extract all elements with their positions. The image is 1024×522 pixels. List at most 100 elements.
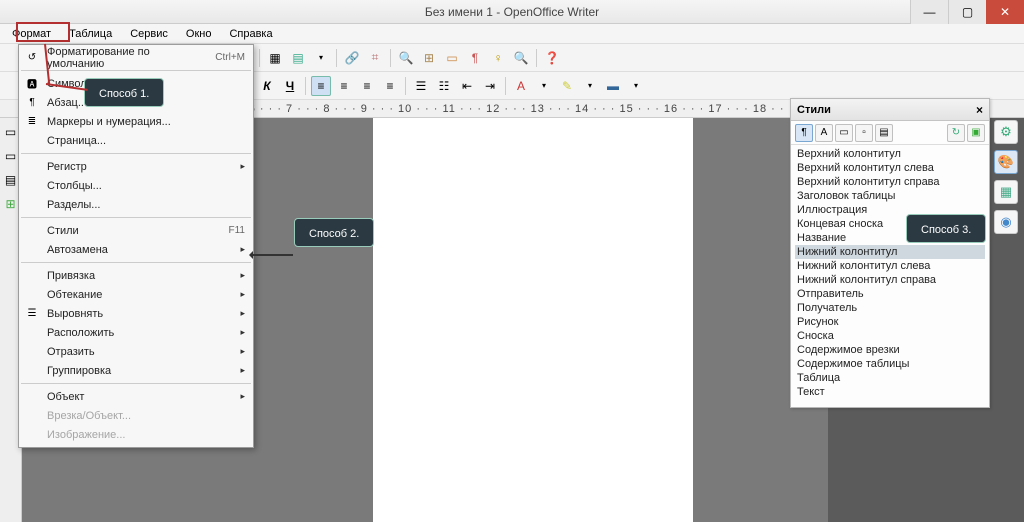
sidebar-icon[interactable]: ▭	[3, 124, 19, 140]
font-color-icon[interactable]: A	[511, 76, 531, 96]
menu-item[interactable]: Разделы...	[19, 195, 253, 214]
menu-item[interactable]: Расположить▸	[19, 323, 253, 342]
indent-decrease-icon[interactable]: ⇤	[457, 76, 477, 96]
gallery-sidebar-icon[interactable]: ▦	[994, 180, 1018, 204]
style-list-item[interactable]: Нижний колонтитул справа	[795, 273, 985, 287]
maximize-button[interactable]: ▢	[948, 0, 986, 24]
style-list-item[interactable]: Нижний колонтитул слева	[795, 259, 985, 273]
help-icon[interactable]: ❓	[542, 48, 562, 68]
menu-item[interactable]: ↺Форматирование по умолчаниюCtrl+M	[19, 48, 253, 67]
menu-help[interactable]: Справка	[223, 26, 278, 42]
underline-button[interactable]: Ч	[280, 76, 300, 96]
list-styles-icon[interactable]: ▤	[875, 124, 893, 142]
navigator-icon[interactable]: ⊞	[419, 48, 439, 68]
menu-item: Изображение...	[19, 425, 253, 444]
style-list-item[interactable]: Верхний колонтитул слева	[795, 161, 985, 175]
hyperlink-icon[interactable]: 🔗	[342, 48, 362, 68]
dropdown-arrow-icon[interactable]: ▾	[311, 48, 331, 68]
menu-item[interactable]: Обтекание▸	[19, 285, 253, 304]
menu-item[interactable]: Столбцы...	[19, 176, 253, 195]
styles-list[interactable]: Верхний колонтитулВерхний колонтитул сле…	[791, 145, 989, 407]
menu-item[interactable]: Объект▸	[19, 387, 253, 406]
fill-format-icon[interactable]: ↻	[947, 124, 965, 142]
sidebar-icon[interactable]: ▭	[3, 148, 19, 164]
list-numbered-icon[interactable]: ☰	[411, 76, 431, 96]
dropdown-arrow-icon[interactable]: ▾	[626, 76, 646, 96]
style-list-item[interactable]: Отправитель	[795, 287, 985, 301]
menu-tools[interactable]: Сервис	[124, 26, 174, 42]
bg-color-icon[interactable]: ▬	[603, 76, 623, 96]
dropdown-arrow-icon[interactable]: ▾	[534, 76, 554, 96]
frame-styles-icon[interactable]: ▭	[835, 124, 853, 142]
menu-table[interactable]: Таблица	[63, 26, 118, 42]
style-list-item[interactable]: Получатель	[795, 301, 985, 315]
sidebar-icon[interactable]: ⊞	[3, 196, 19, 212]
table-icon[interactable]: ▦	[265, 48, 285, 68]
properties-icon[interactable]: ⚙	[994, 120, 1018, 144]
menu-item[interactable]: Отразить▸	[19, 342, 253, 361]
find-icon[interactable]: 🔍	[396, 48, 416, 68]
style-list-item[interactable]: Содержимое врезки	[795, 343, 985, 357]
menu-item[interactable]: Группировка▸	[19, 361, 253, 380]
highlight-icon[interactable]: ✎	[557, 76, 577, 96]
chart-icon[interactable]: ⌗	[365, 48, 385, 68]
toolbar-separator	[259, 49, 260, 67]
paragraph-icon[interactable]: ¶	[465, 48, 485, 68]
menu-window[interactable]: Окно	[180, 26, 218, 42]
style-list-item[interactable]: Содержимое таблицы	[795, 357, 985, 371]
menu-item-label: Стили	[47, 225, 219, 237]
callout-label: Способ 3.	[921, 224, 971, 236]
close-button[interactable]: ✕	[986, 0, 1024, 24]
align-justify-icon[interactable]: ≡	[380, 76, 400, 96]
char-styles-icon[interactable]: A	[815, 124, 833, 142]
menu-item-icon: 🅰	[25, 77, 39, 91]
style-list-item[interactable]: Рисунок	[795, 315, 985, 329]
styles-sidebar-icon[interactable]: 🎨	[994, 150, 1018, 174]
indent-increase-icon[interactable]: ⇥	[480, 76, 500, 96]
style-list-item[interactable]: Сноска	[795, 329, 985, 343]
menu-separator	[21, 383, 251, 384]
dropdown-arrow-icon[interactable]: ▾	[580, 76, 600, 96]
menu-item-label: Объект	[47, 391, 245, 403]
page-styles-icon[interactable]: ▫	[855, 124, 873, 142]
gallery-icon[interactable]: ▭	[442, 48, 462, 68]
style-list-item[interactable]: Текст	[795, 385, 985, 399]
menu-item[interactable]: Стили F11	[19, 221, 253, 240]
callout-method-1: Способ 1.	[84, 78, 164, 107]
menu-item-label: Изображение...	[47, 429, 245, 441]
italic-button[interactable]: К	[257, 76, 277, 96]
tips-icon[interactable]: ♀	[488, 48, 508, 68]
sidebar-icon[interactable]: ▤	[3, 172, 19, 188]
menu-item[interactable]: ☰Выровнять▸	[19, 304, 253, 323]
menu-item[interactable]: ≣Маркеры и нумерация...	[19, 112, 253, 131]
style-list-item[interactable]: Заголовок таблицы	[795, 189, 985, 203]
new-style-icon[interactable]: ▣	[967, 124, 985, 142]
navigator-sidebar-icon[interactable]: ◉	[994, 210, 1018, 234]
minimize-button[interactable]: —	[910, 0, 948, 24]
style-list-item[interactable]: Нижний колонтитул	[795, 245, 985, 259]
menu-item[interactable]: Страница...	[19, 131, 253, 150]
align-center-icon[interactable]: ≡	[334, 76, 354, 96]
menu-item[interactable]: Регистр▸	[19, 157, 253, 176]
document-page[interactable]	[373, 118, 693, 522]
paragraph-styles-icon[interactable]: ¶	[795, 124, 813, 142]
style-list-item[interactable]: Верхний колонтитул справа	[795, 175, 985, 189]
toolbar-separator	[336, 49, 337, 67]
toolbar-separator	[390, 49, 391, 67]
right-sidebar-strip: ⚙ 🎨 ▦ ◉	[994, 120, 1020, 234]
grid-icon[interactable]: ▤	[288, 48, 308, 68]
menu-item-shortcut: F11	[229, 225, 246, 236]
menu-bar: Формат Таблица Сервис Окно Справка	[0, 24, 1024, 44]
align-right-icon[interactable]: ≡	[357, 76, 377, 96]
close-icon[interactable]: ×	[976, 103, 983, 117]
menu-item[interactable]: Автозамена▸	[19, 240, 253, 259]
menu-item-icon: ☰	[25, 307, 39, 321]
align-left-icon[interactable]: ≡	[311, 76, 331, 96]
menu-item[interactable]: Привязка▸	[19, 266, 253, 285]
zoom-icon[interactable]: 🔍	[511, 48, 531, 68]
list-bullet-icon[interactable]: ☷	[434, 76, 454, 96]
style-list-item[interactable]: Таблица	[795, 371, 985, 385]
styles-panel-header[interactable]: Стили ×	[791, 99, 989, 121]
menu-format[interactable]: Формат	[6, 26, 57, 42]
style-list-item[interactable]: Верхний колонтитул	[795, 147, 985, 161]
